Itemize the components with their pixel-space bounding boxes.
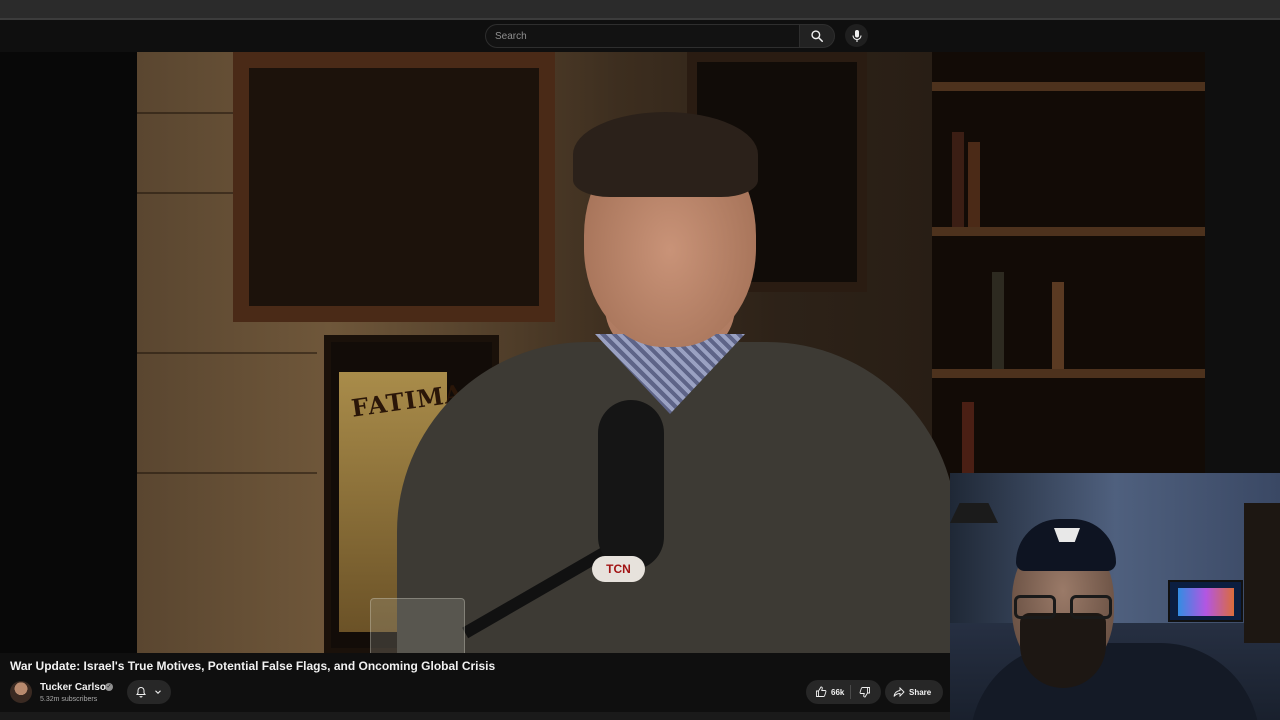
video-title: War Update: Israel's True Motives, Poten… [10, 659, 496, 673]
owner-row: Tucker Carlson ✓ 5.32m subscribers 66k S… [0, 678, 950, 708]
dislike-button[interactable] [851, 680, 879, 704]
like-dislike-pill: 66k [806, 680, 881, 704]
channel-avatar[interactable] [10, 681, 32, 703]
browser-top-strip [0, 0, 1280, 20]
channel-name[interactable]: Tucker Carlson [40, 682, 112, 693]
bottom-edge [0, 712, 950, 720]
voice-search-button[interactable] [845, 24, 868, 47]
like-count: 66k [831, 687, 845, 697]
mic-icon [851, 29, 862, 42]
search-box [485, 24, 835, 48]
share-label: Share [909, 687, 932, 697]
webcam-person-glasses [1014, 595, 1112, 621]
webcam-shelf [1244, 503, 1280, 643]
wall-frame [233, 52, 555, 322]
book [992, 272, 1004, 369]
webcam-tv [1168, 580, 1243, 622]
search-button[interactable] [799, 24, 835, 48]
verified-check-icon: ✓ [105, 683, 113, 691]
microphone [598, 400, 664, 570]
thumbs-up-icon [816, 686, 827, 697]
subscriber-count: 5.32m subscribers [40, 696, 98, 703]
shelf-board [932, 227, 1205, 236]
chevron-down-icon [155, 690, 161, 695]
book [952, 132, 964, 227]
wall-plank [137, 472, 317, 474]
glasses-lens [1070, 595, 1112, 619]
mic-badge: TCN [592, 556, 645, 582]
glasses-lens [1014, 595, 1056, 619]
bell-icon [136, 686, 146, 698]
webcam-tv-screen [1178, 588, 1234, 616]
shelf-board [932, 369, 1205, 378]
notification-button[interactable] [127, 680, 171, 704]
thumbs-down-icon [859, 687, 871, 698]
share-arrow-icon [893, 686, 905, 698]
share-button[interactable]: Share [885, 680, 943, 704]
search-input[interactable] [485, 24, 799, 48]
like-button[interactable]: 66k [806, 680, 850, 704]
presenter-hair [573, 112, 758, 197]
book [1052, 282, 1064, 369]
search-icon [811, 30, 824, 43]
book [968, 142, 980, 227]
water-glass [370, 598, 465, 653]
shelf-board [932, 82, 1205, 91]
webcam-overlay [950, 473, 1280, 720]
wall-plank [137, 352, 317, 354]
webcam-person-body [970, 643, 1260, 720]
